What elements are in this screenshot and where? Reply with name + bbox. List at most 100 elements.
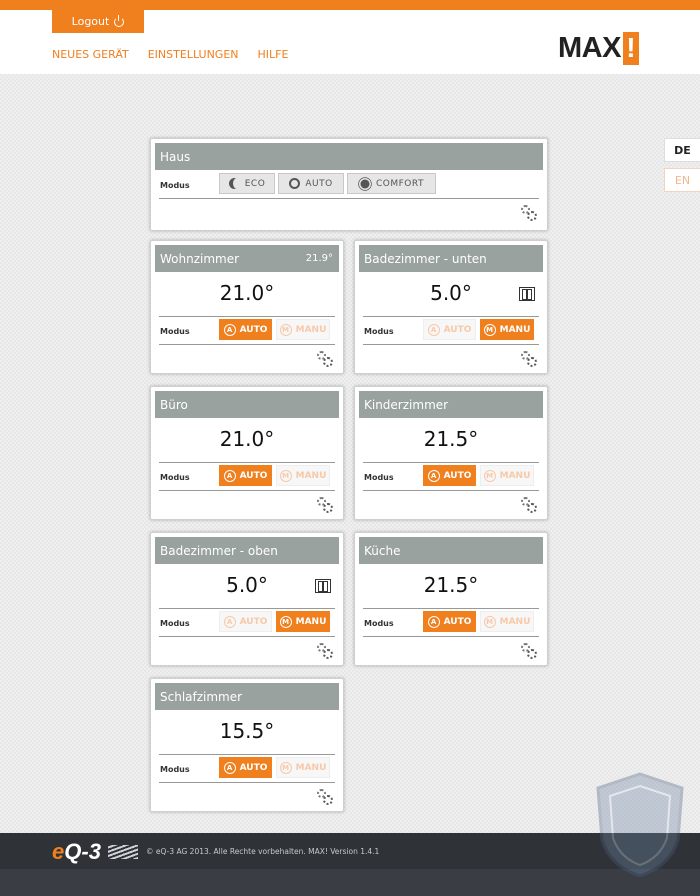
logout-button[interactable]: Logout <box>52 10 144 33</box>
haus-modus-label: Modus <box>160 181 190 190</box>
haus-auto-label: AUTO <box>305 178 333 189</box>
manu-mode-button[interactable]: M MANU <box>276 465 330 486</box>
setpoint-temperature[interactable]: 21.0° <box>151 427 343 451</box>
auto-mode-icon: A <box>223 469 236 482</box>
setpoint-temperature[interactable]: 21.5° <box>355 573 547 597</box>
auto-mode-icon: A <box>223 761 236 774</box>
divider <box>363 462 539 463</box>
haus-card: Haus Modus ECO AUTO COMFORT <box>150 138 548 231</box>
room-card-header: Schlafzimmer <box>155 683 339 710</box>
auto-mode-button[interactable]: A AUTO <box>423 319 476 340</box>
auto-label: AUTO <box>239 616 268 627</box>
manu-label: MANU <box>295 762 327 773</box>
room-card: Kinderzimmer 21.5° Modus A AUTO M MANU <box>354 386 548 520</box>
lang-de-button[interactable]: DE <box>664 138 700 162</box>
room-settings-gear-icon[interactable] <box>521 643 537 659</box>
manu-mode-button[interactable]: M MANU <box>480 319 534 340</box>
auto-label: AUTO <box>239 470 268 481</box>
manu-mode-icon: M <box>279 761 292 774</box>
room-name: Büro <box>160 397 188 412</box>
divider <box>363 490 539 491</box>
manu-mode-icon: M <box>483 323 496 336</box>
room-name: Schlafzimmer <box>160 689 243 704</box>
nav-settings[interactable]: EINSTELLUNGEN <box>148 48 239 61</box>
divider <box>159 490 335 491</box>
room-modus-label: Modus <box>364 327 394 336</box>
logout-label: Logout <box>71 15 110 28</box>
current-temperature: 21.9° <box>305 253 333 264</box>
manu-mode-button[interactable]: M MANU <box>276 757 330 778</box>
auto-mode-button[interactable]: A AUTO <box>423 465 476 486</box>
comfort-button[interactable]: COMFORT <box>347 173 436 194</box>
room-settings-gear-icon[interactable] <box>521 497 537 513</box>
divider <box>159 198 539 199</box>
divider <box>363 316 539 317</box>
room-settings-gear-icon[interactable] <box>317 643 333 659</box>
room-modus-label: Modus <box>160 327 190 336</box>
room-card-header: Wohnzimmer 21.9° <box>155 245 339 272</box>
manu-mode-button[interactable]: M MANU <box>480 465 534 486</box>
manu-label: MANU <box>295 324 327 335</box>
nav-new-device[interactable]: NEUES GERÄT <box>52 48 129 61</box>
room-card-header: Büro <box>155 391 339 418</box>
eq3-logo: eQ-3 <box>52 839 101 865</box>
haus-auto-button[interactable]: AUTO <box>278 173 344 194</box>
manu-label: MANU <box>499 470 531 481</box>
auto-mode-icon: A <box>427 615 440 628</box>
auto-label: AUTO <box>239 762 268 773</box>
setpoint-temperature[interactable]: 21.5° <box>355 427 547 451</box>
auto-label: AUTO <box>239 324 268 335</box>
room-card: Wohnzimmer 21.9° 21.0° Modus A AUTO M MA… <box>150 240 344 374</box>
room-settings-gear-icon[interactable] <box>317 351 333 367</box>
manu-mode-button[interactable]: M MANU <box>480 611 534 632</box>
room-card-header: Badezimmer - unten <box>359 245 543 272</box>
haus-title: Haus <box>160 149 191 164</box>
auto-mode-button[interactable]: A AUTO <box>219 465 272 486</box>
power-icon <box>114 14 125 27</box>
eq3-logo-stripes <box>108 845 138 859</box>
manu-mode-icon: M <box>279 323 292 336</box>
room-settings-gear-icon[interactable] <box>521 351 537 367</box>
haus-settings-gear-icon[interactable] <box>521 205 537 221</box>
divider <box>363 608 539 609</box>
room-card: Badezimmer - oben 5.0° Modus A AUTO M MA… <box>150 532 344 666</box>
room-modus-label: Modus <box>160 619 190 628</box>
setpoint-temperature[interactable]: 15.5° <box>151 719 343 743</box>
eco-button[interactable]: ECO <box>219 173 275 194</box>
auto-mode-button[interactable]: A AUTO <box>219 319 272 340</box>
auto-mode-button[interactable]: A AUTO <box>219 757 272 778</box>
room-card: Schlafzimmer 15.5° Modus A AUTO M MANU <box>150 678 344 812</box>
manu-label: MANU <box>499 616 531 627</box>
setpoint-temperature[interactable]: 21.0° <box>151 281 343 305</box>
auto-label: AUTO <box>443 470 472 481</box>
room-modus-label: Modus <box>364 619 394 628</box>
lang-en-button[interactable]: EN <box>664 168 700 192</box>
room-card: Badezimmer - unten 5.0° Modus A AUTO M M… <box>354 240 548 374</box>
divider <box>363 636 539 637</box>
manu-mode-button[interactable]: M MANU <box>276 611 330 632</box>
divider <box>159 344 335 345</box>
room-settings-gear-icon[interactable] <box>317 789 333 805</box>
window-open-icon <box>519 287 535 301</box>
manu-mode-icon: M <box>279 469 292 482</box>
manu-mode-button[interactable]: M MANU <box>276 319 330 340</box>
moon-icon <box>228 178 241 189</box>
copyright-text: © eQ-3 AG 2013. Alle Rechte vorbehalten.… <box>146 847 380 856</box>
shield-watermark-icon <box>596 772 684 878</box>
top-accent-bar <box>0 0 700 10</box>
room-modus-label: Modus <box>160 473 190 482</box>
room-name: Küche <box>364 543 401 558</box>
auto-label: AUTO <box>443 324 472 335</box>
divider <box>159 608 335 609</box>
window-open-icon <box>315 579 331 593</box>
nav-help[interactable]: HILFE <box>258 48 289 61</box>
room-settings-gear-icon[interactable] <box>317 497 333 513</box>
auto-mode-icon: A <box>223 615 236 628</box>
manu-mode-icon: M <box>483 469 496 482</box>
auto-mode-button[interactable]: A AUTO <box>423 611 476 632</box>
room-card-header: Kinderzimmer <box>359 391 543 418</box>
auto-icon <box>289 178 301 189</box>
auto-label: AUTO <box>443 616 472 627</box>
auto-mode-icon: A <box>427 323 440 336</box>
auto-mode-button[interactable]: A AUTO <box>219 611 272 632</box>
